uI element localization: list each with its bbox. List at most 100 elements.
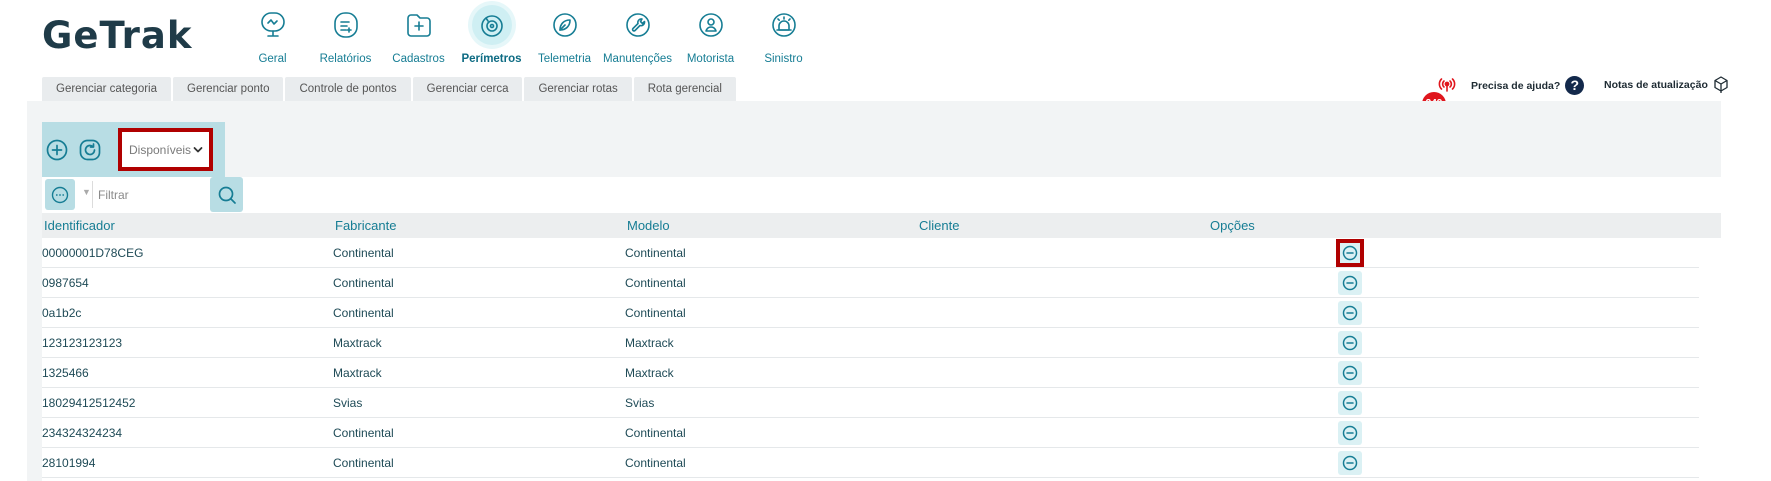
row-disable-button[interactable] (1338, 271, 1362, 295)
search-button[interactable] (210, 177, 243, 212)
minus-circle-icon (1342, 455, 1358, 471)
minus-circle-icon (1342, 365, 1358, 381)
table-row: 123123123123 Maxtrack Maxtrack (42, 328, 1699, 358)
row-disable-button[interactable] (1338, 421, 1362, 445)
cell-identificador: 18029412512452 (42, 396, 136, 410)
row-disable-button[interactable] (1338, 301, 1362, 325)
cell-modelo: Continental (625, 276, 686, 290)
tab-gerenciar-categoria[interactable]: Gerenciar categoria (42, 77, 171, 101)
wrench-icon (621, 8, 655, 42)
cell-modelo: Continental (625, 246, 686, 260)
table-row: 00000001D78CEG Continental Continental (42, 238, 1699, 268)
cell-identificador: 123123123123 (42, 336, 123, 350)
nav-item-manutencoes[interactable]: Manutenções (601, 8, 674, 65)
cell-modelo: Maxtrack (625, 366, 674, 380)
cell-fabricante: Svias (333, 396, 363, 410)
nav-item-motorista[interactable]: Motorista (674, 8, 747, 65)
filter-bar (42, 177, 1721, 213)
nav-item-sinistro[interactable]: Sinistro (747, 8, 820, 65)
updates-label: Notas de atualização (1604, 79, 1708, 91)
box-update-icon (1714, 76, 1728, 93)
column-header-identificador[interactable]: Identificador (44, 218, 115, 233)
tab-rota-gerencial[interactable]: Rota gerencial (633, 77, 736, 101)
table-row: 1325466 Maxtrack Maxtrack (42, 358, 1699, 388)
app-page: GeTrak Geral Relatórios Cadastros Períme… (0, 0, 1771, 481)
minus-circle-icon (1342, 305, 1358, 321)
cell-identificador: 234324324234 (42, 426, 123, 440)
folder-plus-icon (402, 8, 436, 42)
nav-item-relatorios[interactable]: Relatórios (309, 8, 382, 65)
monitor-icon (256, 8, 290, 42)
leaf-icon (548, 8, 582, 42)
nav-label: Manutenções (602, 53, 673, 65)
status-select-value: Disponíveis (129, 142, 192, 157)
cell-fabricante: Continental (333, 276, 394, 290)
column-header-cliente[interactable]: Cliente (919, 218, 959, 233)
row-disable-button[interactable] (1338, 391, 1362, 415)
nav-item-perimetros[interactable]: Perímetros (455, 5, 528, 65)
refresh-button[interactable] (78, 138, 102, 162)
table-body: 00000001D78CEG Continental Continental 0… (42, 238, 1721, 481)
status-select-highlight: Disponíveis (118, 128, 213, 171)
cell-fabricante: Continental (333, 246, 394, 260)
row-disable-button[interactable] (1338, 361, 1362, 385)
nav-item-cadastros[interactable]: Cadastros (382, 8, 455, 65)
cell-identificador: 00000001D78CEG (42, 246, 144, 260)
cell-modelo: Continental (625, 306, 686, 320)
cell-fabricante: Continental (333, 426, 394, 440)
perimeter-icon (471, 5, 512, 45)
nav-item-telemetria[interactable]: Telemetria (528, 8, 601, 65)
help-label: Precisa de ajuda? (1471, 79, 1561, 92)
report-icon (329, 8, 363, 42)
tab-gerenciar-cerca[interactable]: Gerenciar cerca (412, 77, 523, 101)
tab-controle-de-pontos[interactable]: Controle de pontos (285, 77, 411, 101)
row-disable-button[interactable] (1338, 331, 1362, 355)
tab-gerenciar-rotas[interactable]: Gerenciar rotas (524, 77, 632, 101)
row-disable-button[interactable] (1338, 451, 1362, 475)
cell-modelo: Continental (625, 426, 686, 440)
filter-caret-icon[interactable]: ▼ (82, 187, 91, 197)
minus-circle-icon (1342, 245, 1358, 261)
minus-circle-icon (1342, 395, 1358, 411)
signal-broadcast-icon[interactable] (1438, 78, 1456, 92)
table-row: 0a1b2c Continental Continental (42, 298, 1699, 328)
table-row: 18029412512452 Svias Svias (42, 388, 1699, 418)
nav-label: Telemetria (537, 53, 592, 65)
updates-link[interactable]: Notas de atualização (1604, 76, 1729, 94)
cell-modelo: Maxtrack (625, 336, 674, 350)
nav-label: Relatórios (319, 53, 372, 65)
tab-gerenciar-ponto[interactable]: Gerenciar ponto (173, 77, 284, 101)
getrak-logo[interactable]: GeTrak (42, 14, 192, 57)
search-icon (218, 186, 236, 204)
table-header: Identificador Fabricante Modelo Cliente … (42, 213, 1721, 238)
help-link[interactable]: Precisa de ajuda? ? (1471, 76, 1585, 95)
chevron-down-icon (193, 146, 203, 152)
nav-label: Sinistro (764, 53, 803, 65)
minus-circle-icon (1342, 335, 1358, 351)
minus-circle-icon (1342, 425, 1358, 441)
column-header-modelo[interactable]: Modelo (627, 218, 670, 233)
cell-identificador: 0a1b2c (42, 306, 82, 320)
cell-modelo: Continental (625, 456, 686, 470)
nav-label: Perímetros (461, 53, 522, 65)
cell-fabricante: Maxtrack (333, 366, 382, 380)
add-button[interactable] (45, 138, 69, 162)
table-row: 234324324234 Continental Continental (42, 418, 1699, 448)
sub-tabs: Gerenciar categoria Gerenciar ponto Cont… (42, 77, 736, 101)
cell-identificador: 1325466 (42, 366, 89, 380)
column-header-fabricante[interactable]: Fabricante (335, 218, 396, 233)
row-disable-button[interactable] (1336, 239, 1364, 267)
nav-label: Motorista (686, 53, 735, 65)
filter-input[interactable] (96, 181, 208, 208)
cell-fabricante: Continental (333, 306, 394, 320)
plus-circle-icon (46, 139, 68, 161)
nav-item-geral[interactable]: Geral (236, 8, 309, 65)
status-select[interactable]: Disponíveis (125, 135, 206, 164)
cell-fabricante: Continental (333, 456, 394, 470)
driver-icon (694, 8, 728, 42)
table-row: 28101994 Continental Continental (42, 448, 1699, 478)
filter-options-button[interactable] (45, 179, 75, 210)
main-nav: Geral Relatórios Cadastros Perímetros Te… (236, 5, 820, 65)
cell-modelo: Svias (625, 396, 655, 410)
cell-identificador: 28101994 (42, 456, 96, 470)
